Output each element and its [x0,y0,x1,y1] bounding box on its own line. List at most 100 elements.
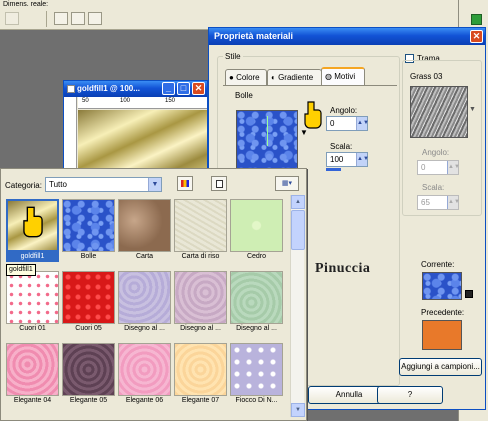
dimens-reale-label: Dimens. reale: [3,1,49,8]
pattern-item[interactable]: Elegante 04 [6,343,59,406]
add-to-samples-button[interactable]: Aggiungi a campioni... [399,358,482,376]
maximize-button[interactable]: □ [177,82,190,95]
pattern-thumbnail[interactable] [174,199,227,252]
pattern-thumbnail[interactable] [174,343,227,396]
texture-angle-label: Angolo: [422,148,450,157]
texture-angle-spinner-icon: ▲▼ [447,161,460,174]
window-size-icon[interactable] [71,12,85,25]
angle-value: 0 [330,119,335,128]
pattern-item[interactable]: Cedro [230,199,283,262]
pattern-thumbnail[interactable] [6,271,59,324]
view-options-icon[interactable]: ▦▾ [275,176,299,191]
pattern-thumbnail[interactable] [62,343,115,396]
toolbar-separator [46,11,47,27]
pattern-caption: Disegno al ... [180,325,221,332]
tab-colore[interactable]: ● Colore [225,69,267,85]
pattern-caption: Bolle [80,253,97,260]
copy-icon[interactable] [211,176,227,191]
fit-window-icon[interactable] [54,12,68,25]
ruler-mark-50: 50 [82,98,89,104]
pattern-caption: Carta di riso [181,253,220,260]
pattern-thumbnail[interactable] [118,199,171,252]
horizontal-ruler: 50 100 150 [78,97,207,109]
vertical-ruler [64,97,77,179]
pattern-caption: Elegante 07 [181,397,220,404]
pattern-thumbnail[interactable] [174,271,227,324]
pattern-item[interactable]: Disegno al ... [230,271,283,334]
hand-cursor-icon [304,101,322,129]
pattern-thumbnail[interactable] [118,271,171,324]
image-window: goldfill1 @ 100... _ □ ✕ 50 100 150 [63,80,208,180]
texture-name: Grass 03 [410,72,443,81]
texture-angle-input: 0 ▲▼ [417,160,460,175]
help-button[interactable]: ? [377,386,443,404]
pattern-item[interactable]: Elegante 05 [62,343,115,406]
pattern-item[interactable]: Carta [118,199,171,262]
scroll-thumb[interactable] [291,210,305,250]
scale-slider[interactable] [326,168,341,171]
scroll-down-icon[interactable]: ▼ [291,403,305,417]
pattern-caption: Elegante 05 [69,397,108,404]
pattern-caption: Disegno al ... [124,325,165,332]
angle-input[interactable]: 0 ▲▼ [326,116,369,131]
pattern-item[interactable]: Disegno al ... [174,271,227,334]
picker-scrollbar[interactable]: ▲ ▼ [290,195,305,417]
pattern-dropdown-arrow[interactable]: ▼ [299,128,309,143]
watermark-text: Pinuccia [315,261,371,276]
pattern-item[interactable]: Disegno al ... [118,271,171,334]
image-window-title: goldfill1 @ 100... [77,84,140,93]
zoom-icon[interactable] [5,12,19,25]
pattern-item[interactable]: Cuori 01 [6,271,59,334]
pattern-item[interactable]: Cuori 05 [62,271,115,334]
pattern-item[interactable]: Elegante 06 [118,343,171,406]
dialog-close-button[interactable]: ✕ [470,30,483,43]
dialog-titlebar[interactable]: Proprietà materiali [209,28,485,45]
scale-input[interactable]: 100 ▲▼ [326,152,369,167]
dialog-title: Proprietà materiali [214,31,294,41]
pattern-caption: goldfill1 [6,252,59,262]
close-button[interactable]: ✕ [192,82,205,95]
pattern-thumbnail[interactable] [62,271,115,324]
angle-spinner-icon[interactable]: ▲▼ [356,117,369,130]
precedente-swatch[interactable] [422,320,462,350]
tab-motivi[interactable]: ◍ Motivi [321,67,365,86]
browse-icon[interactable] [177,176,193,191]
tab-underline [223,85,397,86]
texture-preview [410,86,468,138]
pattern-thumbnail[interactable] [230,271,283,324]
image-window-icon [67,85,75,93]
texture-scale-value: 65 [421,198,430,207]
pattern-thumbnail[interactable] [230,343,283,396]
full-screen-icon[interactable] [88,12,102,25]
pattern-caption: Carta [135,253,154,260]
swap-icon[interactable] [465,290,473,298]
categoria-dropdown-icon[interactable]: ▼ [148,178,161,191]
categoria-select[interactable]: Tutto ▼ [45,177,162,192]
categoria-label: Categoria: [5,181,42,190]
ruler-mark-150: 150 [165,98,176,104]
corrente-swatch[interactable] [422,272,462,300]
tooltip: goldfill1 [6,264,36,276]
tab-gradiente[interactable]: ◐ Gradiente [267,69,322,85]
texture-dropdown-arrow: ▼ [469,106,476,113]
pattern-thumbnail[interactable] [6,343,59,396]
scroll-up-icon[interactable]: ▲ [291,195,305,209]
pattern-item[interactable]: Bolle [62,199,115,262]
pattern-thumbnail[interactable] [62,199,115,252]
angle-label: Angolo: [330,106,358,115]
pattern-item[interactable]: Fiocco Di N... [230,343,283,406]
pattern-thumbnail[interactable] [230,199,283,252]
hand-cursor-icon [23,206,43,238]
tab-motivi-label: Motivi [334,72,356,81]
pattern-item[interactable]: Elegante 07 [174,343,227,406]
green-swatch[interactable] [471,14,482,25]
pattern-preview[interactable] [236,110,298,170]
scale-spinner-icon[interactable]: ▲▼ [356,153,369,166]
pattern-item[interactable]: Carta di riso [174,199,227,262]
texture-angle-value: 0 [421,163,426,172]
minimize-button[interactable]: _ [162,82,175,95]
corrente-label: Corrente: [421,260,455,269]
pattern-thumbnail[interactable] [118,343,171,396]
pattern-caption: Elegante 06 [125,397,164,404]
texture-scale-input: 65 ▲▼ [417,195,460,210]
